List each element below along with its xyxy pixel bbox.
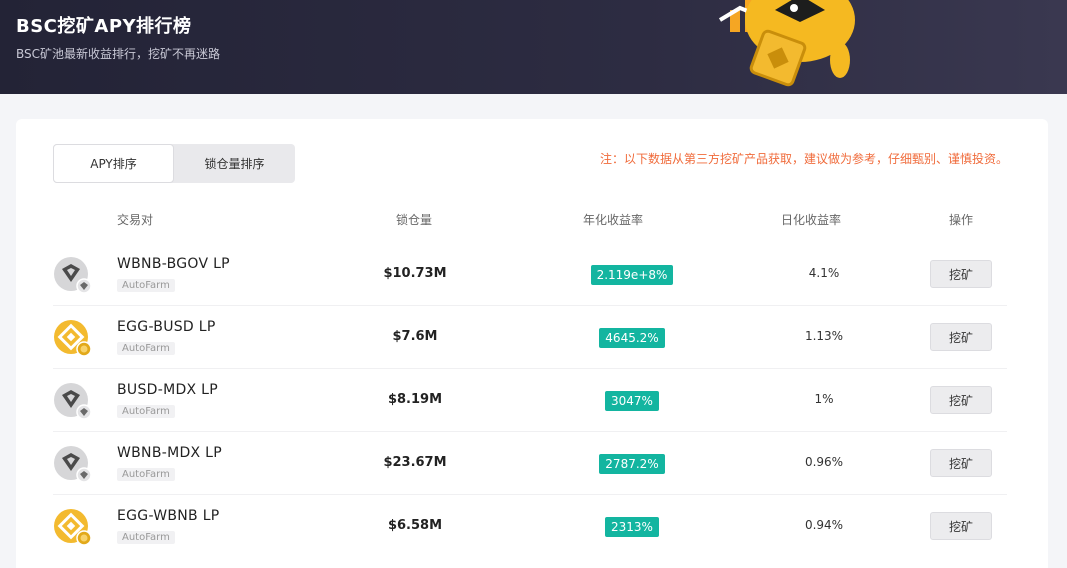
table-row: EGG-BUSD LP AutoFarm $7.6M 4645.2% 1.13%… — [53, 307, 1007, 369]
pair-name: BUSD-MDX LP — [117, 382, 219, 398]
header-pair: 交易对 — [117, 213, 154, 227]
mine-button[interactable]: 挖矿 — [930, 260, 992, 288]
daily-yield: 4.1% — [808, 266, 840, 280]
table-row: WBNB-MDX LP AutoFarm $23.67M 2787.2% 0.9… — [53, 433, 1007, 495]
header-banner: BSC挖矿APY排行榜 BSC矿池最新收益排行，挖矿不再迷路 — [0, 0, 1067, 94]
yellow-token-icon — [54, 509, 91, 546]
daily-yield: 0.94% — [804, 518, 844, 532]
mine-button[interactable]: 挖矿 — [930, 323, 992, 351]
mine-button[interactable]: 挖矿 — [930, 449, 992, 477]
gray-token-icon — [54, 446, 91, 483]
gray-token-icon — [54, 257, 91, 294]
mascot-illustration — [718, 0, 855, 87]
pair-name: WBNB-MDX LP — [117, 445, 223, 461]
platform-badge: AutoFarm — [117, 342, 175, 355]
platform-badge: AutoFarm — [117, 531, 175, 544]
risk-notice: 注：以下数据从第三方挖矿产品获取，建议做为参考，仔细甄别、谨慎投资。 — [599, 152, 1008, 166]
yellow-token-icon — [54, 320, 91, 357]
sort-tabs: APY排序 锁仓量排序 — [53, 144, 295, 183]
table-row: EGG-WBNB LP AutoFarm $6.58M 2313% 0.94% … — [53, 496, 1007, 558]
tvl-value: $7.6M — [392, 329, 438, 344]
header-apy: 年化收益率 — [583, 213, 644, 227]
tvl-value: $6.58M — [387, 518, 443, 533]
apy-badge: 2313% — [605, 517, 659, 537]
header-daily: 日化收益率 — [781, 213, 842, 227]
mine-button[interactable]: 挖矿 — [930, 386, 992, 414]
table-header: 交易对 锁仓量 年化收益率 日化收益率 操作 — [16, 211, 1048, 231]
tab-tvl-sort[interactable]: 锁仓量排序 — [174, 144, 295, 183]
tab-apy-sort[interactable]: APY排序 — [53, 144, 174, 183]
daily-yield: 0.96% — [804, 455, 844, 469]
apy-badge: 2787.2% — [599, 454, 665, 474]
page-title: BSC挖矿APY排行榜 — [16, 16, 192, 37]
table-row: BUSD-MDX LP AutoFarm $8.19M 3047% 1% 挖矿 — [53, 370, 1007, 432]
tvl-value: $10.73M — [383, 266, 447, 281]
table-row: WBNB-BGOV LP AutoFarm $10.73M 2.119e+8% … — [53, 244, 1007, 306]
pair-name: EGG-WBNB LP — [117, 508, 220, 524]
platform-badge: AutoFarm — [117, 468, 175, 481]
tvl-value: $23.67M — [383, 455, 447, 470]
apy-badge: 4645.2% — [599, 328, 665, 348]
daily-yield: 1.13% — [804, 329, 844, 343]
tvl-value: $8.19M — [387, 392, 443, 407]
page-subtitle: BSC矿池最新收益排行，挖矿不再迷路 — [16, 47, 221, 61]
pair-name: EGG-BUSD LP — [117, 319, 216, 335]
apy-badge: 2.119e+8% — [590, 265, 674, 285]
platform-badge: AutoFarm — [117, 405, 175, 418]
pair-name: WBNB-BGOV LP — [117, 256, 230, 272]
platform-badge: AutoFarm — [117, 279, 175, 292]
header-tvl: 锁仓量 — [396, 213, 433, 227]
daily-yield: 1% — [814, 392, 834, 406]
gray-token-icon — [54, 383, 91, 420]
apy-badge: 3047% — [605, 391, 659, 411]
mine-button[interactable]: 挖矿 — [930, 512, 992, 540]
ranking-card: APY排序 锁仓量排序 注：以下数据从第三方挖矿产品获取，建议做为参考，仔细甄别… — [16, 119, 1048, 568]
header-action: 操作 — [949, 213, 974, 227]
